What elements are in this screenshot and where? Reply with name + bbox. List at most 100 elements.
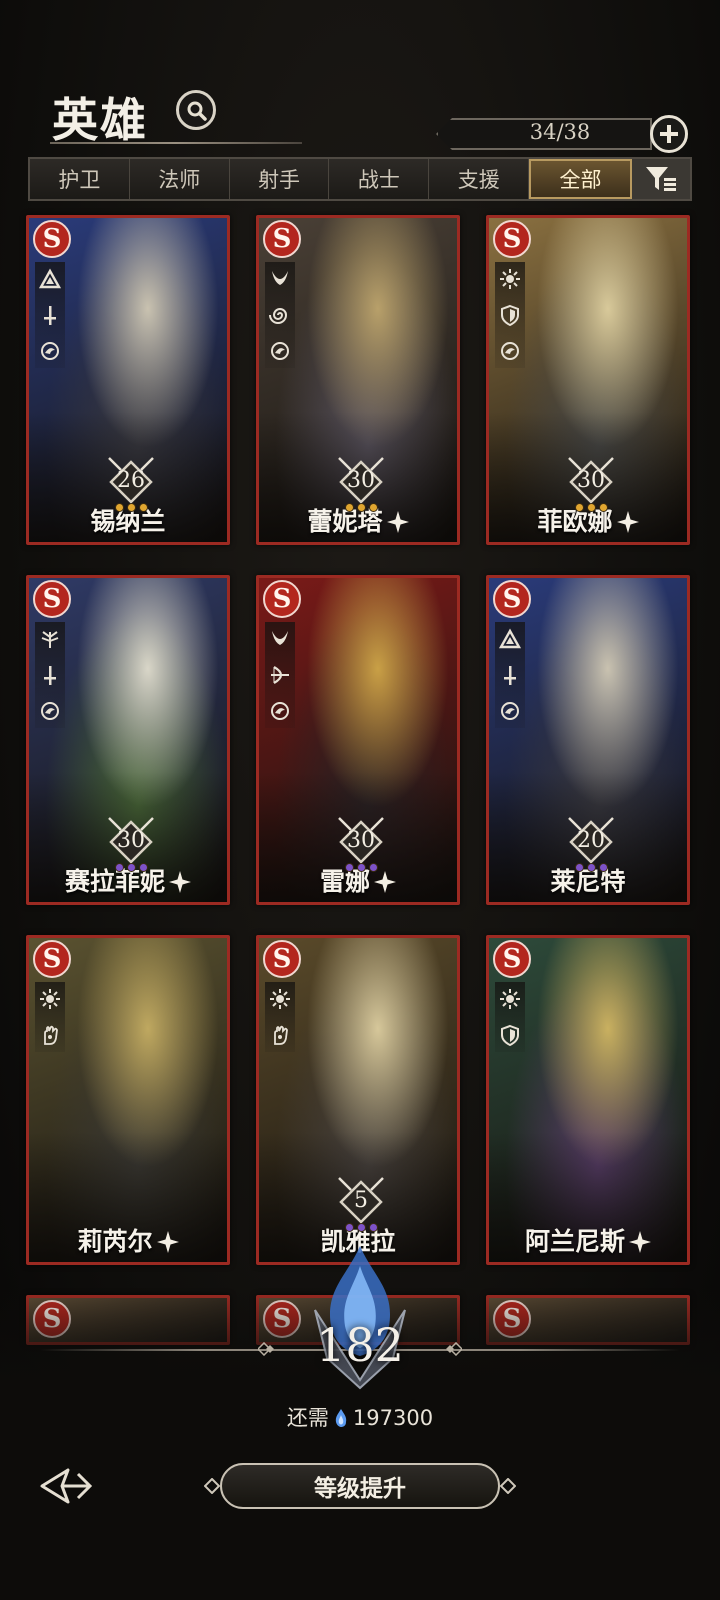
awakened-sparkle-icon xyxy=(629,1231,651,1253)
star-rating xyxy=(108,503,154,512)
trait-icons xyxy=(495,622,525,728)
filter-icon xyxy=(645,167,676,191)
star-dot xyxy=(598,503,608,512)
star-dot xyxy=(126,863,136,872)
trait-icons xyxy=(35,622,65,728)
tab-mage[interactable]: 法师 xyxy=(129,159,230,199)
title-divider xyxy=(50,142,302,144)
tab-marksman[interactable]: 射手 xyxy=(229,159,330,199)
trait-icons xyxy=(35,262,65,368)
sun-icon xyxy=(40,989,60,1009)
star-rating xyxy=(568,863,614,872)
hero-count: 34/38 xyxy=(529,120,591,144)
star-dot xyxy=(138,503,148,512)
awakened-sparkle-icon xyxy=(169,871,191,893)
star-dot xyxy=(368,863,378,872)
horned-moon-icon xyxy=(272,271,288,285)
hero-card[interactable]: S 菲欧娜 30 xyxy=(486,215,690,545)
spiral-icon xyxy=(269,308,288,324)
star-dot xyxy=(356,863,366,872)
trait-icons xyxy=(265,982,295,1052)
star-rating xyxy=(338,1223,384,1232)
cost-value: 197300 xyxy=(352,1406,434,1430)
tree-icon xyxy=(41,631,59,648)
sun-icon xyxy=(500,989,520,1009)
trait-icons xyxy=(495,262,525,368)
sort-filter-button[interactable] xyxy=(631,159,690,199)
dragon-icon xyxy=(271,702,289,720)
horned-moon-icon xyxy=(272,631,288,645)
hand-icon xyxy=(44,1025,58,1045)
shield-icon xyxy=(501,304,519,326)
dragon-icon xyxy=(271,342,289,360)
trait-icons xyxy=(265,262,295,368)
hero-card[interactable]: S 赛拉菲妮 30 xyxy=(26,575,230,905)
hero-card[interactable]: S 蕾妮塔 30 xyxy=(256,215,460,545)
hero-level: 5 xyxy=(354,1188,368,1213)
awakened-sparkle-icon xyxy=(156,1231,179,1253)
search-icon xyxy=(187,101,207,121)
sun-icon xyxy=(270,989,290,1009)
level-up-button[interactable]: 等级提升 xyxy=(220,1463,500,1509)
triangle-rune-icon xyxy=(39,268,61,289)
hero-level: 30 xyxy=(117,828,145,853)
hero-card[interactable]: S 莱尼特 20 xyxy=(486,575,690,905)
hero-name-text: 阿兰尼斯 xyxy=(524,1227,625,1256)
hero-card[interactable]: S 雷娜 30 xyxy=(256,575,460,905)
star-rating xyxy=(108,863,154,872)
search-button[interactable] xyxy=(176,90,216,130)
diamond-ornament-icon xyxy=(204,1478,220,1494)
rank-badge: S xyxy=(493,220,531,258)
rank-badge: S xyxy=(33,220,71,258)
hero-name-text: 莉芮尔 xyxy=(77,1227,153,1256)
star-dot xyxy=(356,1223,366,1232)
upgrade-cost: 还需 197300 xyxy=(200,1402,520,1432)
star-rating xyxy=(338,503,384,512)
class-filter-tabs: 护卫 法师 射手 战士 支援 全部 xyxy=(28,157,692,201)
star-dot xyxy=(368,1223,378,1232)
dagger-icon xyxy=(44,306,56,325)
dragon-icon xyxy=(41,702,59,720)
add-hero-slots-button[interactable] xyxy=(650,115,688,153)
hero-name: 莉芮尔 xyxy=(29,1222,227,1258)
hero-card[interactable]: S 凯雅拉 5 xyxy=(256,935,460,1265)
dragon-icon xyxy=(41,342,59,360)
hero-card[interactable]: S 莉芮尔 xyxy=(26,935,230,1265)
back-button[interactable] xyxy=(38,1464,96,1508)
star-dot xyxy=(574,863,584,872)
sun-icon xyxy=(500,269,520,289)
rank-badge: S xyxy=(263,220,301,258)
tab-warrior[interactable]: 战士 xyxy=(329,159,430,199)
star-dot xyxy=(598,863,608,872)
awakened-sparkle-icon xyxy=(386,511,409,533)
star-dot xyxy=(586,863,596,872)
hero-card[interactable]: S 阿兰尼斯 xyxy=(486,935,690,1265)
diamond-ornament-icon xyxy=(500,1478,516,1494)
star-dot xyxy=(574,503,584,512)
awakened-sparkle-icon xyxy=(374,871,396,893)
star-dot xyxy=(356,503,366,512)
dragon-icon xyxy=(501,342,519,360)
bow-icon xyxy=(271,666,289,684)
star-dot xyxy=(344,503,354,512)
tab-guardian[interactable]: 护卫 xyxy=(30,159,130,199)
hero-level: 30 xyxy=(347,468,375,493)
star-rating xyxy=(338,863,384,872)
triangle-rune-icon xyxy=(499,628,521,649)
tab-all[interactable]: 全部 xyxy=(529,159,632,199)
star-dot xyxy=(586,503,596,512)
trait-icons xyxy=(35,982,65,1052)
rank-badge: S xyxy=(33,580,71,618)
hand-icon xyxy=(274,1025,288,1045)
star-dot xyxy=(344,1223,354,1232)
hero-level: 26 xyxy=(117,468,145,493)
rank-badge: S xyxy=(493,940,531,978)
awakened-sparkle-icon xyxy=(616,511,639,533)
hero-name: 阿兰尼斯 xyxy=(489,1222,687,1258)
star-dot xyxy=(114,503,124,512)
hero-card[interactable]: S 锡纳兰 26 xyxy=(26,215,230,545)
dagger-icon xyxy=(44,666,56,685)
star-dot xyxy=(344,863,354,872)
tab-support[interactable]: 支援 xyxy=(429,159,530,199)
hero-level: 30 xyxy=(577,468,605,493)
